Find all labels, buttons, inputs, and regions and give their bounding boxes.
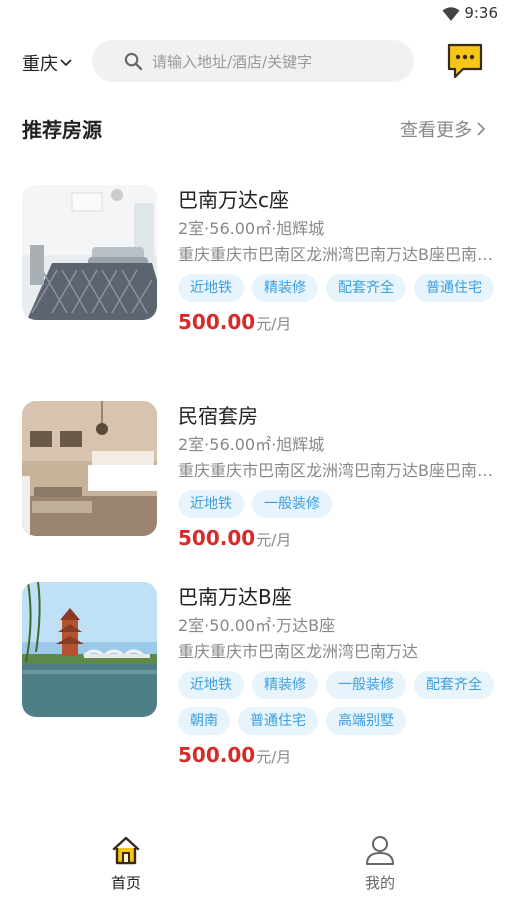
tab-home-label: 首页 — [110, 874, 141, 892]
tag: 近地铁 — [178, 274, 244, 302]
tag: 精装修 — [252, 671, 318, 699]
tab-mine-label: 我的 — [364, 874, 395, 892]
city-label: 重庆 — [22, 54, 58, 75]
tab-home[interactable]: 首页 — [86, 834, 166, 896]
chevron-down-icon — [60, 59, 72, 67]
price-unit: 元/月 — [256, 315, 292, 333]
user-icon — [366, 836, 394, 865]
home-icon — [112, 836, 140, 865]
tab-mine[interactable]: 我的 — [340, 834, 420, 896]
tag-list: 近地铁 一般装修 — [178, 490, 506, 518]
status-bar: 9:36 — [0, 0, 506, 28]
tag: 普通住宅 — [414, 274, 494, 302]
listing-meta: 2室·50.00㎡·万达B座 — [178, 616, 336, 635]
section-title: 推荐房源 — [22, 118, 102, 142]
section-header: 推荐房源 查看更多 — [22, 112, 486, 144]
status-time: 9:36 — [464, 4, 498, 22]
price-unit: 元/月 — [256, 531, 292, 549]
top-bar: 重庆 请输入地址/酒店/关键字 — [0, 38, 506, 84]
search-input[interactable]: 请输入地址/酒店/关键字 — [92, 40, 414, 82]
tag: 精装修 — [252, 274, 318, 302]
tag: 一般装修 — [252, 490, 332, 518]
tag: 朝南 — [178, 707, 230, 735]
listing-photo — [22, 401, 157, 536]
price-row: 500.00 元/月 — [178, 743, 506, 771]
city-selector[interactable]: 重庆 — [22, 50, 72, 76]
message-icon[interactable] — [446, 42, 484, 80]
bottom-tab-bar: 首页 我的 — [0, 828, 506, 900]
listing-address: 重庆重庆市巴南区龙洲湾巴南万达B座巴南万达B座 — [178, 245, 506, 264]
listing-photo — [22, 185, 157, 320]
listing-address: 重庆重庆市巴南区龙洲湾巴南万达 — [178, 642, 419, 661]
tag: 普通住宅 — [238, 707, 318, 735]
listing-title: 巴南万达B座 — [178, 585, 292, 609]
price-row: 500.00 元/月 — [178, 310, 506, 338]
price: 500.00 — [178, 743, 256, 767]
tag: 高端别墅 — [326, 707, 406, 735]
tag-list: 近地铁 精装修 一般装修 配套齐全 朝南 普通住宅 高端别墅 — [178, 671, 506, 735]
price: 500.00 — [178, 526, 256, 550]
tag-list: 近地铁 精装修 配套齐全 普通住宅 — [178, 274, 506, 302]
listing-title: 巴南万达c座 — [178, 188, 289, 212]
chevron-right-icon — [477, 122, 486, 136]
listing-photo — [22, 582, 157, 717]
tag: 配套齐全 — [414, 671, 494, 699]
listing-meta: 2室·56.00㎡·旭辉城 — [178, 435, 325, 454]
price-row: 500.00 元/月 — [178, 526, 506, 554]
price: 500.00 — [178, 310, 256, 334]
wifi-icon — [442, 7, 460, 21]
tag: 一般装修 — [326, 671, 406, 699]
tag: 近地铁 — [178, 671, 244, 699]
tag: 近地铁 — [178, 490, 244, 518]
price-unit: 元/月 — [256, 748, 292, 766]
listing-meta: 2室·56.00㎡·旭辉城 — [178, 219, 325, 238]
listing-title: 民宿套房 — [178, 404, 258, 428]
search-icon — [124, 52, 143, 71]
view-more-label: 查看更多 — [400, 120, 472, 141]
listing-address: 重庆重庆市巴南区龙洲湾巴南万达B座巴南万达B座 — [178, 461, 506, 480]
tag: 配套齐全 — [326, 274, 406, 302]
search-placeholder: 请输入地址/酒店/关键字 — [152, 52, 313, 71]
view-more-link[interactable]: 查看更多 — [400, 116, 486, 142]
